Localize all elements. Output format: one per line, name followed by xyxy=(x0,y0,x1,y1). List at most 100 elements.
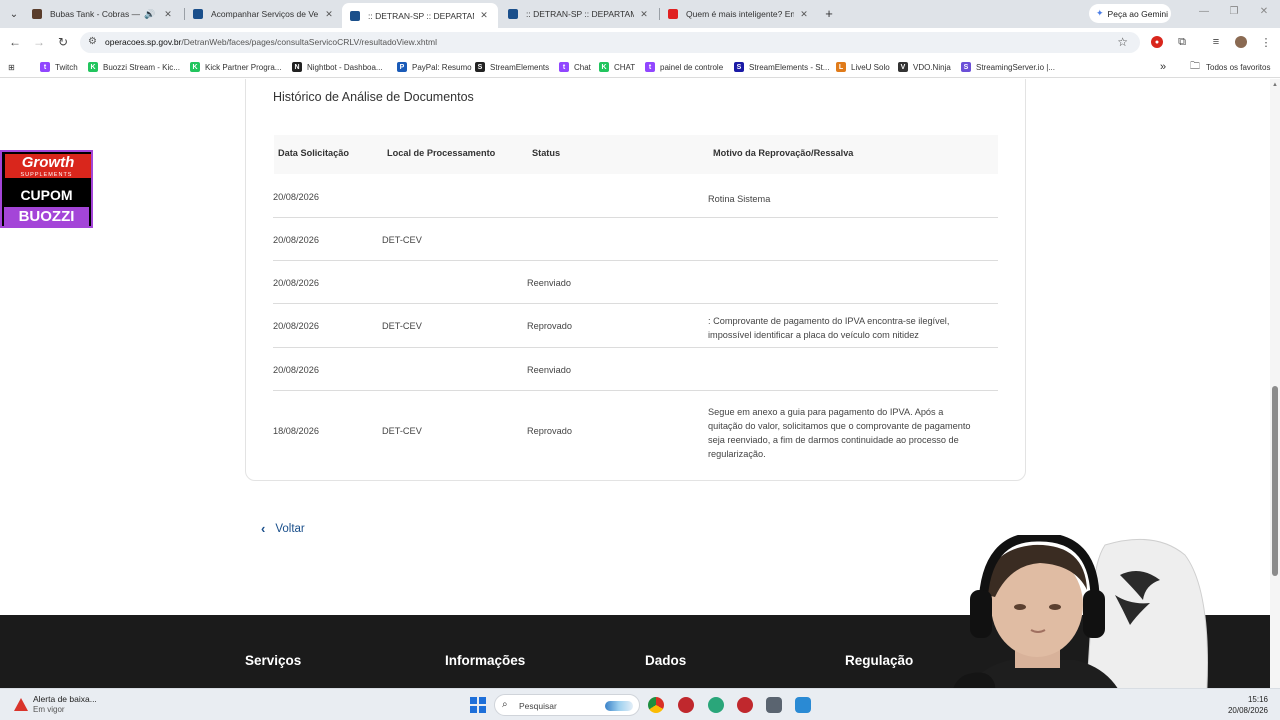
back-arrow-icon[interactable]: ← xyxy=(8,35,22,49)
cell-date: 20/08/2026 xyxy=(273,364,319,375)
footer-heading-informacoes[interactable]: Informações xyxy=(445,653,525,668)
bookmark-item[interactable]: t Twitch xyxy=(40,61,78,73)
tab-title: Bubas Tank - Cobras — Baixo xyxy=(50,9,140,19)
bookmark-item[interactable]: V VDO.Ninja xyxy=(898,61,951,73)
tab-title: :: DETRAN-SP :: DEPARTAMENT xyxy=(368,10,474,21)
page-scrollbar[interactable]: ▲ xyxy=(1270,79,1280,688)
folder-icon: 🗀 xyxy=(1190,60,1200,72)
cell-reason: Segue em anexo a guia para pagamento do … xyxy=(708,407,971,459)
close-tab-icon[interactable]: ✕ xyxy=(638,9,650,20)
cell-location: DET-CEV xyxy=(382,234,422,245)
calculator-icon[interactable] xyxy=(766,697,782,713)
address-bar[interactable]: ⚙ operacoes.sp.gov.br/DetranWeb/faces/pa… xyxy=(80,32,1140,53)
app-icon-red-2[interactable] xyxy=(737,697,753,713)
system-clock[interactable]: 15:16 20/08/2026 xyxy=(1228,694,1268,716)
bookmark-favicon-icon: S xyxy=(475,62,485,72)
scroll-up-arrow-icon[interactable]: ▲ xyxy=(1272,82,1278,88)
back-button[interactable]: ‹ Voltar xyxy=(261,521,305,536)
browser-tab-1[interactable]: Bubas Tank - Cobras — Baixo 🔊 ✕ xyxy=(24,3,182,25)
bookmark-label: VDO.Ninja xyxy=(913,62,951,72)
cell-status: Reprovado xyxy=(527,426,572,436)
reload-icon[interactable]: ↻ xyxy=(56,35,70,49)
gemini-button[interactable]: ✦ Peça ao Gemini xyxy=(1089,4,1171,23)
footer-heading-servicos[interactable]: Serviços xyxy=(245,653,301,668)
taskbar-search[interactable]: ⌕ Pesquisar xyxy=(494,694,640,716)
menu-kebab-icon[interactable]: ⋮ xyxy=(1260,36,1272,49)
app-icon-green[interactable] xyxy=(708,697,724,713)
bookmark-item[interactable]: S StreamElements - St... xyxy=(734,61,829,73)
back-label: Voltar xyxy=(275,522,305,535)
bookmark-item[interactable]: L LiveU Solo xyxy=(836,61,890,73)
bookmark-item[interactable]: t painel de controle xyxy=(645,61,723,73)
tab-favicon xyxy=(32,9,42,19)
cell-date: 20/08/2026 xyxy=(273,321,319,331)
app-icon-red-1[interactable] xyxy=(678,697,694,713)
bookmarks-overflow-button[interactable]: » xyxy=(1160,61,1166,73)
clock-time: 15:16 xyxy=(1247,695,1268,704)
document-history-card: Histórico de Análise de Documentos Data … xyxy=(245,79,1026,481)
close-tab-icon[interactable]: ✕ xyxy=(478,10,490,21)
search-placeholder: Pesquisar xyxy=(519,701,557,711)
site-info-icon[interactable]: ⚙ xyxy=(88,36,97,47)
bookmark-item[interactable]: K Buozzi Stream - Kic... xyxy=(88,61,180,73)
scrollbar-thumb[interactable] xyxy=(1272,386,1278,576)
url-path: /DetranWeb/faces/pages/consultaServicoCR… xyxy=(181,37,437,47)
bookmark-item[interactable]: S StreamElements xyxy=(475,61,549,73)
windows-taskbar: Alerta de baixa... Em vigor ⌕ Pesquisar … xyxy=(0,688,1280,720)
extensions-puzzle-icon[interactable]: ⧉ xyxy=(1176,36,1188,48)
browser-tab-4[interactable]: :: DETRAN-SP :: DEPARTAMENT ✕ xyxy=(500,3,658,25)
weather-alert-icon[interactable] xyxy=(14,698,28,711)
bookmark-item[interactable]: N Nightbot - Dashboa... xyxy=(292,61,383,73)
footer-heading-regulacao[interactable]: Regulação xyxy=(845,653,913,668)
forward-arrow-icon[interactable]: → xyxy=(32,35,46,49)
close-tab-icon[interactable]: ✕ xyxy=(162,9,174,20)
tab-title: :: DETRAN-SP :: DEPARTAMENT xyxy=(526,9,634,19)
apps-grid-icon[interactable]: ⊞ xyxy=(8,61,15,73)
alert-subtitle: Em vigor xyxy=(33,705,65,714)
speaker-icon[interactable]: 🔊 xyxy=(144,9,156,20)
tab-list-icon[interactable]: ≡ xyxy=(1210,36,1222,48)
url-host: operacoes.sp.gov.br xyxy=(105,37,182,47)
bookmark-favicon-icon: t xyxy=(559,62,569,72)
bookmark-item[interactable]: t Chat xyxy=(559,61,591,73)
browser-tab-2[interactable]: Acompanhar Serviços de Veícu ✕ xyxy=(185,3,343,25)
tab-search-button[interactable]: ⌄ xyxy=(5,5,23,23)
url-text: operacoes.sp.gov.br/DetranWeb/faces/page… xyxy=(105,37,437,47)
chrome-icon[interactable] xyxy=(648,697,664,713)
bookmark-item[interactable]: S StreamingServer.io |... xyxy=(961,61,1055,73)
bookmark-star-icon[interactable]: ☆ xyxy=(1117,35,1128,49)
browser-tab-3-active[interactable]: :: DETRAN-SP :: DEPARTAMENT ✕ xyxy=(342,3,498,28)
bookmark-label: StreamingServer.io |... xyxy=(976,62,1055,72)
extension-red-icon[interactable]: ● xyxy=(1151,36,1163,48)
column-header-date: Data Solicitação xyxy=(278,148,349,158)
footer-heading-dados[interactable]: Dados xyxy=(645,653,686,668)
new-tab-button[interactable]: + xyxy=(822,6,836,21)
sponsor-subtitle: SUPPLEMENTS xyxy=(20,172,73,178)
close-tab-icon[interactable]: ✕ xyxy=(323,9,335,20)
search-icon: ⌕ xyxy=(502,699,508,710)
cell-date: 20/08/2026 xyxy=(273,191,319,202)
bookmark-label: CHAT xyxy=(614,62,636,72)
profile-avatar[interactable] xyxy=(1235,36,1247,48)
close-tab-icon[interactable]: ✕ xyxy=(798,9,810,20)
close-window-icon[interactable]: ✕ xyxy=(1257,6,1271,17)
bookmark-label: painel de controle xyxy=(660,62,724,72)
alert-title[interactable]: Alerta de baixa... xyxy=(33,694,97,704)
bookmark-label: Chat xyxy=(574,62,591,72)
coupon-code: BUOZZI xyxy=(4,207,89,226)
cell-status: Reprovado xyxy=(527,321,572,331)
restore-icon[interactable]: ❐ xyxy=(1227,6,1241,17)
windows-start-icon[interactable] xyxy=(470,697,486,713)
bookmark-item[interactable]: K CHAT xyxy=(599,61,635,73)
browser-tab-5[interactable]: Quem é mais inteligente? Enge ✕ xyxy=(660,3,818,25)
bookmark-label: Buozzi Stream - Kic... xyxy=(103,62,180,72)
bookmark-item[interactable]: K Kick Partner Progra... xyxy=(190,61,281,73)
bookmark-favicon-icon: S xyxy=(961,62,971,72)
bookmark-item[interactable]: P PayPal: Resumo xyxy=(397,61,472,73)
all-favorites-button[interactable]: 🗀 Todos os favoritos xyxy=(1190,61,1270,73)
app-icon-blue[interactable] xyxy=(795,697,811,713)
tab-favicon xyxy=(193,9,203,19)
minimize-icon[interactable]: — xyxy=(1197,6,1211,17)
bookmark-label: PayPal: Resumo xyxy=(412,62,472,72)
bookmark-favicon-icon: K xyxy=(190,62,200,72)
